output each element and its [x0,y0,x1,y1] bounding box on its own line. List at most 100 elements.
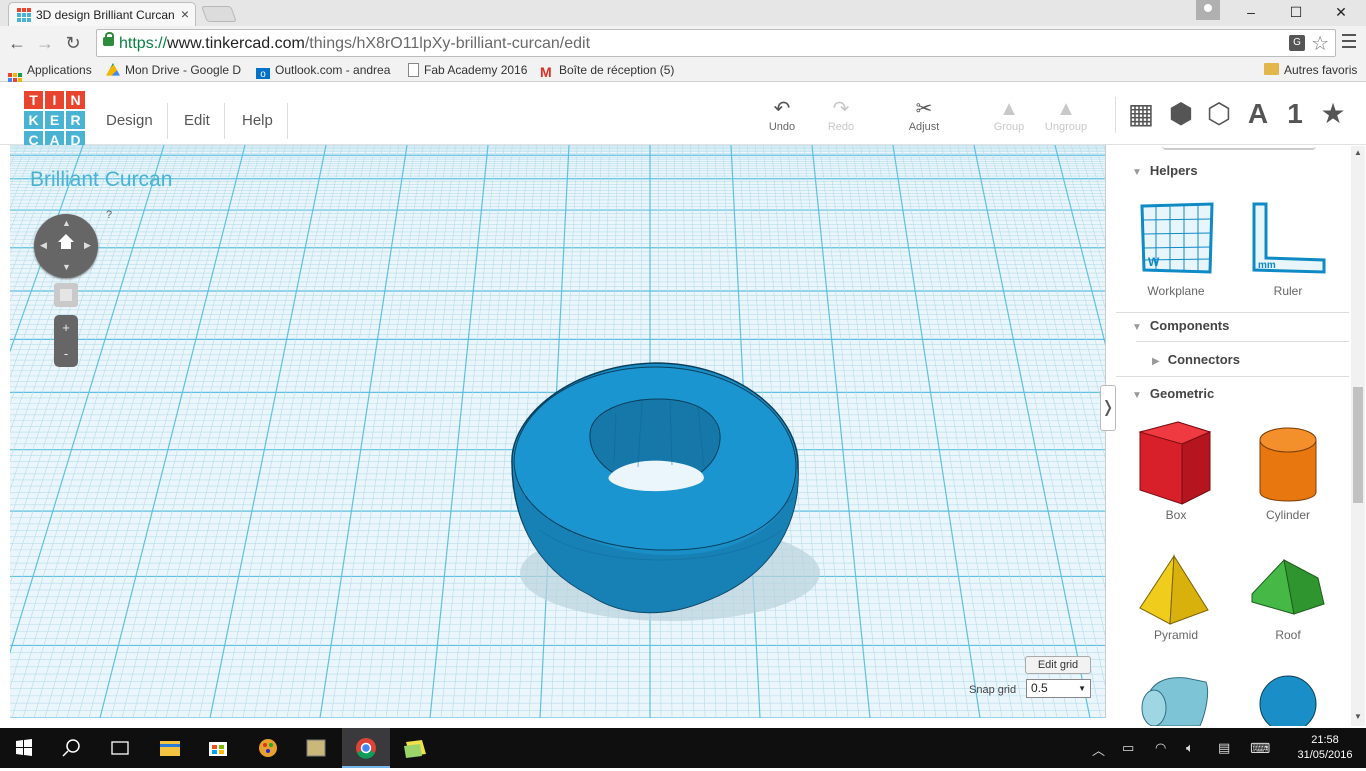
tab-close-icon[interactable]: × [181,6,189,22]
bookmark-applications[interactable]: Applications [8,63,92,79]
new-tab-button[interactable] [201,6,237,22]
section-components[interactable]: ▼Components [1132,318,1229,333]
menu-help[interactable]: Help [228,103,288,139]
gmail-icon: M [540,65,554,79]
tool-label: Ungroup [1045,121,1087,133]
group-button[interactable]: ▲Group [979,97,1039,133]
store-icon[interactable] [194,728,242,768]
battery-icon[interactable]: ▭ [1122,740,1134,756]
tinkercad-header: TINKERCAD Design Edit Help ↶Undo↷Redo✂Ad… [0,83,1366,145]
start-button[interactable] [0,728,48,768]
zoom-in-button[interactable]: + [54,315,78,341]
redo-icon: ↷ [811,97,871,121]
section-connectors[interactable]: ▶Connectors [1152,352,1240,367]
volume-icon[interactable]: 🔈︎ [1186,740,1194,756]
view-navigation-wheel[interactable]: ▲ ▼ ◀ ▶ [34,214,98,278]
action-center-icon[interactable]: ▤ [1218,740,1230,756]
text-icon[interactable]: A [1243,99,1273,129]
orbit-down-icon[interactable]: ▼ [62,262,71,272]
bookmark-outlook[interactable]: oOutlook.com - andrea [256,63,394,79]
expanded-triangle-icon: ▼ [1132,322,1142,333]
wifi-icon[interactable]: ◠ [1155,740,1166,756]
scroll-up-icon[interactable]: ▲ [1354,148,1362,157]
translate-icon[interactable]: G [1289,35,1305,51]
address-bar[interactable]: https://www.tinkercad.com/things/hX8rO11… [96,29,1336,57]
undo-button[interactable]: ↶Undo [752,97,812,133]
user-profile-icon[interactable] [1196,0,1220,20]
edit-grid-button[interactable]: Edit grid [1025,656,1091,674]
snap-grid-select[interactable]: 0.5 [1026,679,1091,698]
logo-letter: E [45,111,64,129]
bookmark-other[interactable]: Autres favoris [1264,63,1357,79]
ungroup-icon: ▲ [1036,97,1096,121]
panel-collapse-button[interactable]: ❭ [1100,385,1116,431]
shape-round-roof[interactable] [1126,672,1226,726]
back-button[interactable]: ← [6,32,28,54]
panel-scrollbar[interactable]: ▲ ▼ [1351,146,1365,726]
shape-workplane[interactable]: W Workplane [1126,198,1226,298]
shapes-panel: ▼Helpers W Workplane mm Ruler ▼Component… [1116,146,1350,726]
orbit-up-icon[interactable]: ▲ [62,218,71,228]
wireframe-view-icon[interactable]: ⬡ [1204,99,1234,129]
show-hidden-icons[interactable]: ︿ [1092,740,1105,759]
notes-icon[interactable] [392,728,440,768]
bookmark-fab-academy[interactable]: Fab Academy 2016 [408,63,527,79]
tool-label: Group [994,121,1025,133]
design-title[interactable]: Brilliant Curcan [30,168,172,192]
home-view-icon[interactable] [58,234,74,250]
system-clock[interactable]: 21:58 31/05/2016 [1290,733,1360,763]
paint-icon[interactable] [244,728,292,768]
close-window-button[interactable]: ✕ [1318,0,1364,24]
browser-tab[interactable]: 3D design Brilliant Curcan × [8,2,196,26]
shape-pyramid[interactable]: Pyramid [1126,552,1226,642]
scroll-down-icon[interactable]: ▼ [1354,712,1362,721]
grid-view-icon[interactable]: ▦ [1126,99,1156,129]
menu-edit[interactable]: Edit [170,103,225,139]
minimize-button[interactable]: – [1228,0,1274,24]
shape-ruler[interactable]: mm Ruler [1238,198,1338,298]
orbit-left-icon[interactable]: ◀ [40,240,47,251]
torus-object[interactable] [10,145,1106,718]
group-icon: ▲ [979,97,1039,121]
photos-app-icon[interactable] [292,728,340,768]
url-text[interactable]: https://www.tinkercad.com/things/hX8rO11… [119,35,590,53]
bookmark-star-icon[interactable]: ☆ [1311,31,1329,56]
favorites-icon[interactable]: ★ [1318,99,1348,129]
redo-button[interactable]: ↷Redo [811,97,871,133]
adjust-button[interactable]: ✂Adjust [894,97,954,133]
chrome-menu-icon[interactable] [1342,34,1356,50]
zoom-out-button[interactable]: - [54,341,78,367]
section-geometric[interactable]: ▼Geometric [1132,386,1214,401]
keyboard-icon[interactable]: ⌨ [1250,740,1270,757]
workplane-canvas[interactable]: Brilliant Curcan ? ▲ ▼ ◀ ▶ + - Edit grid… [10,145,1106,718]
cube-view-icon[interactable]: ⬢ [1166,99,1196,129]
undo-icon: ↶ [752,97,812,121]
expanded-triangle-icon: ▼ [1132,390,1142,401]
bookmark-drive[interactable]: Mon Drive - Google D [106,63,246,79]
chrome-taskbar-icon[interactable] [342,728,390,768]
forward-button[interactable]: → [34,32,56,54]
tinkercad-logo[interactable]: TINKERCAD [24,91,86,153]
reload-button[interactable]: ↻ [62,32,84,54]
file-explorer-icon[interactable] [146,728,194,768]
help-icon[interactable]: ? [106,209,112,221]
bookmark-gmail[interactable]: MBoîte de réception (5) [540,63,674,79]
maximize-button[interactable]: ☐ [1273,0,1319,24]
orbit-right-icon[interactable]: ▶ [84,240,91,251]
search-icon[interactable] [48,728,96,768]
shape-box[interactable]: Box [1126,418,1226,528]
fit-view-button[interactable] [54,283,78,307]
ungroup-button[interactable]: ▲Ungroup [1036,97,1096,133]
section-helpers[interactable]: ▼Helpers [1132,163,1198,178]
task-view-icon[interactable] [96,728,144,768]
shape-roof[interactable]: Roof [1238,552,1338,642]
scrollbar-thumb[interactable] [1353,387,1363,503]
menu-design[interactable]: Design [92,103,168,139]
shape-sphere[interactable] [1238,672,1338,726]
drive-icon [106,63,120,77]
shape-cylinder[interactable]: Cylinder [1238,418,1338,528]
page-icon [408,63,419,77]
pyramid-icon [1126,552,1226,627]
number-icon[interactable]: 1 [1280,99,1310,129]
expanded-triangle-icon: ▼ [1132,167,1142,178]
